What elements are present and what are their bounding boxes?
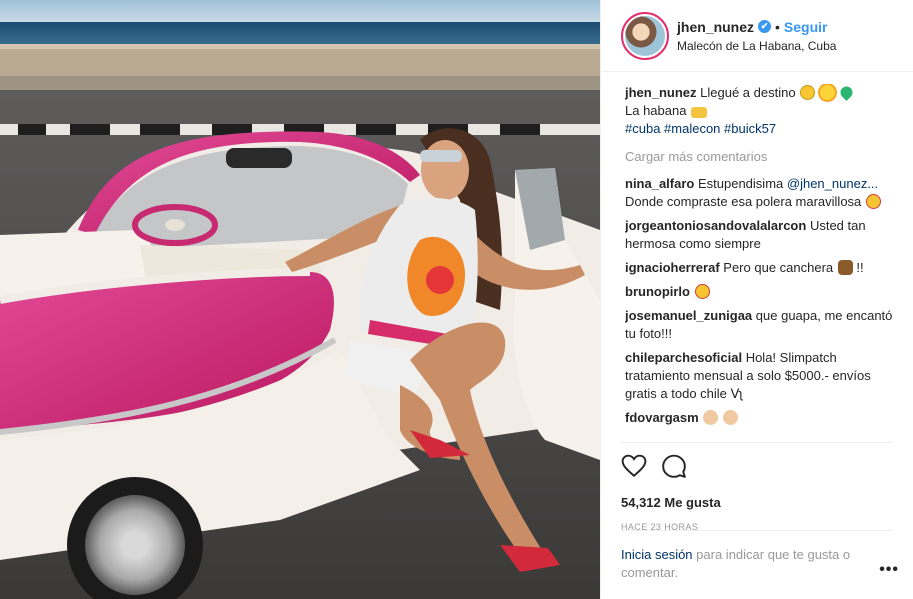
- avatar[interactable]: [621, 11, 669, 60]
- hashtag-cuba[interactable]: #cuba: [625, 121, 660, 136]
- caption-text-line2: La habana: [625, 103, 687, 118]
- caption-username[interactable]: jhen_nunez: [625, 85, 697, 100]
- comment-item: brunopirlo: [625, 283, 893, 301]
- heart-eyes-emoji-icon: [865, 194, 881, 209]
- instagram-post: jhen_nunez ✔ • Seguir Malecón de La Haba…: [0, 0, 913, 599]
- comment-item: chileparchesoficial Hola! Slimpatch trat…: [625, 349, 893, 403]
- comment-item: nina_alfaro Estupendisima @jhen_nunez...…: [625, 175, 893, 211]
- clap-emoji-icon: [722, 410, 738, 425]
- location-link[interactable]: Malecón de La Habana, Cuba: [677, 39, 836, 53]
- comment-mention[interactable]: @jhen_nunez...: [787, 176, 878, 191]
- comment-text-cont: !!: [856, 260, 864, 275]
- post-sidebar: jhen_nunez ✔ • Seguir Malecón de La Haba…: [600, 0, 913, 599]
- comment-username[interactable]: ignacioherreraf: [625, 260, 720, 275]
- comment-bubble-icon[interactable]: [661, 453, 687, 479]
- avatar-image: [625, 15, 665, 56]
- separator-dot: •: [775, 18, 780, 35]
- comment-text: Pero que canchera: [723, 260, 834, 275]
- comment-username[interactable]: nina_alfaro: [625, 176, 694, 191]
- comment-username[interactable]: fdovargasm: [625, 410, 699, 425]
- green-heart-icon: [838, 84, 856, 101]
- caption-text: Llegué a destino: [700, 85, 796, 100]
- comment-text: Estupendisima: [697, 176, 784, 191]
- caption: jhen_nunez Llegué a destino La habana #c…: [625, 84, 893, 138]
- author-username[interactable]: jhen_nunez: [677, 19, 754, 35]
- car-emoji-icon: [691, 107, 708, 118]
- heart-icon[interactable]: [621, 453, 647, 479]
- comments-list[interactable]: jhen_nunez Llegué a destino La habana #c…: [625, 84, 893, 438]
- heart-eyes-emoji-icon: [694, 284, 710, 299]
- comment-username[interactable]: jorgeantoniosandovalalarcon: [625, 218, 806, 233]
- clap-emoji-icon: [703, 410, 719, 425]
- comment-text-cont: Donde compraste esa polera maravillosa: [625, 194, 862, 209]
- comment-username[interactable]: chileparchesoficial: [625, 350, 742, 365]
- login-prompt: Inicia sesión para indicar que te gusta …: [621, 530, 893, 582]
- smiley-emoji-icon: [800, 85, 816, 100]
- comment-item: fdovargasm: [625, 409, 893, 427]
- comment-username[interactable]: josemanuel_zunigaa: [625, 308, 752, 323]
- likes-count[interactable]: 54,312 Me gusta: [621, 495, 893, 510]
- hashtag-malecon[interactable]: #malecon: [664, 121, 720, 136]
- action-icons: [621, 453, 893, 479]
- comment-item: jorgeantoniosandovalalarcon Usted tan he…: [625, 217, 893, 253]
- hashtag-buick57[interactable]: #buick57: [724, 121, 776, 136]
- comment-item: ignacioherreraf Pero que canchera !!: [625, 259, 893, 277]
- more-options-icon[interactable]: •••: [879, 561, 899, 579]
- post-header: jhen_nunez ✔ • Seguir Malecón de La Haba…: [601, 0, 913, 72]
- load-more-comments-button[interactable]: Cargar más comentarios: [625, 148, 893, 166]
- photo-illustration: [0, 0, 600, 599]
- follow-button[interactable]: Seguir: [784, 19, 828, 35]
- post-actions: 54,312 Me gusta HACE 23 HORAS: [621, 442, 893, 532]
- horse-emoji-icon: [837, 260, 853, 275]
- comment-item: josemanuel_zunigaa que guapa, me encantó…: [625, 307, 893, 343]
- header-line: jhen_nunez ✔ • Seguir: [677, 19, 836, 35]
- verified-badge-icon: ✔: [758, 20, 772, 33]
- login-link[interactable]: Inicia sesión: [621, 547, 693, 562]
- sun-emoji-icon: [819, 85, 835, 100]
- post-photo[interactable]: [0, 0, 600, 599]
- header-text: jhen_nunez ✔ • Seguir Malecón de La Haba…: [677, 19, 836, 53]
- comment-username[interactable]: brunopirlo: [625, 284, 690, 299]
